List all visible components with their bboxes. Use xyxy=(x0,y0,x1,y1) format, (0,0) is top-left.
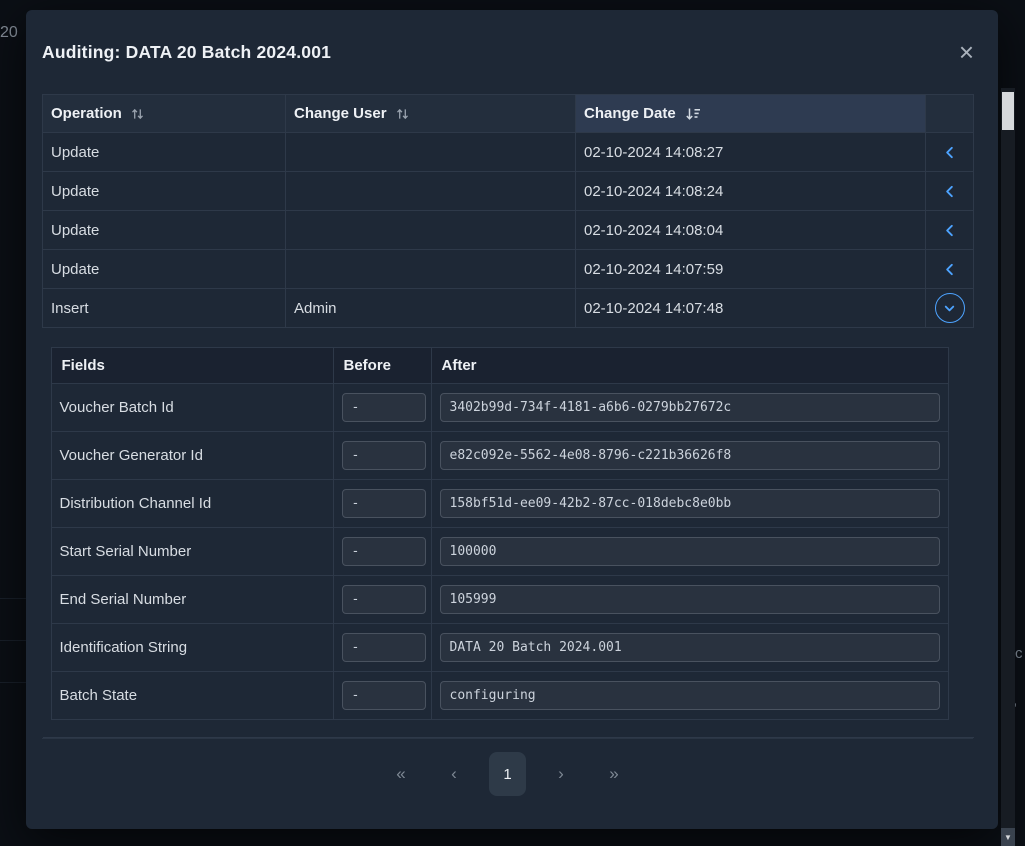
change-user-cell xyxy=(286,133,576,172)
column-header-change-user[interactable]: Change User xyxy=(286,95,576,133)
after-value-input[interactable] xyxy=(440,489,940,518)
operation-cell: Insert xyxy=(43,289,286,328)
table-row: Update 02-10-2024 14:07:59 xyxy=(43,250,974,289)
expand-row-button[interactable] xyxy=(935,137,965,167)
modal-title: Auditing: DATA 20 Batch 2024.001 xyxy=(42,42,331,63)
background-text-fragment: 20 xyxy=(0,24,18,42)
column-label: Change User xyxy=(294,105,387,122)
after-value-input[interactable] xyxy=(440,441,940,470)
detail-row: End Serial Number xyxy=(51,576,948,624)
detail-row: Identification String xyxy=(51,624,948,672)
page: { "modal": { "title": "Auditing: DATA 20… xyxy=(0,0,1025,846)
before-value-input[interactable] xyxy=(342,681,426,710)
last-page-button[interactable]: » xyxy=(596,752,632,796)
after-value-input[interactable] xyxy=(440,585,940,614)
detail-row: Batch State xyxy=(51,672,948,720)
after-value-input[interactable] xyxy=(440,537,940,566)
table-row-expanded: Insert Admin 02-10-2024 14:07:48 xyxy=(43,289,974,328)
scrollbar-thumb[interactable] xyxy=(1002,92,1014,130)
change-date-cell: 02-10-2024 14:08:04 xyxy=(576,211,926,250)
sort-icon xyxy=(396,107,409,121)
field-label: Distribution Channel Id xyxy=(51,480,333,528)
change-user-cell xyxy=(286,211,576,250)
background-divider xyxy=(0,598,26,599)
before-value-input[interactable] xyxy=(342,633,426,662)
detail-column-after: After xyxy=(431,348,948,384)
audit-modal: Auditing: DATA 20 Batch 2024.001 × Opera… xyxy=(26,10,998,829)
chevron-left-icon xyxy=(942,223,957,238)
before-value-input[interactable] xyxy=(342,537,426,566)
chevron-left-icon xyxy=(942,184,957,199)
column-header-change-date[interactable]: Change Date xyxy=(576,95,926,133)
audit-table: Operation Change User xyxy=(42,94,974,738)
column-header-expand xyxy=(926,95,974,133)
next-page-button[interactable]: › xyxy=(543,752,579,796)
change-user-cell xyxy=(286,172,576,211)
row-expansion: Fields Before After Voucher Batch Id xyxy=(43,328,974,738)
change-user-cell xyxy=(286,250,576,289)
expand-row-button[interactable] xyxy=(935,254,965,284)
sort-descending-icon xyxy=(685,107,701,121)
field-label: Identification String xyxy=(51,624,333,672)
background-divider xyxy=(0,682,26,683)
expand-row-button[interactable] xyxy=(935,176,965,206)
after-value-input[interactable] xyxy=(440,681,940,710)
sort-icon xyxy=(131,107,144,121)
before-value-input[interactable] xyxy=(342,441,426,470)
detail-row: Start Serial Number xyxy=(51,528,948,576)
chevron-left-icon xyxy=(942,262,957,277)
scrollbar-down-button[interactable]: ▼ xyxy=(1001,828,1015,846)
change-date-cell: 02-10-2024 14:07:59 xyxy=(576,250,926,289)
before-value-input[interactable] xyxy=(342,393,426,422)
detail-column-before: Before xyxy=(333,348,431,384)
background-divider xyxy=(0,640,26,641)
field-label: Batch State xyxy=(51,672,333,720)
table-row: Update 02-10-2024 14:08:27 xyxy=(43,133,974,172)
collapse-row-button[interactable] xyxy=(935,293,965,323)
expand-row-button[interactable] xyxy=(935,215,965,245)
field-label: Start Serial Number xyxy=(51,528,333,576)
modal-body: Operation Change User xyxy=(26,94,998,832)
column-header-operation[interactable]: Operation xyxy=(43,95,286,133)
column-label: Operation xyxy=(51,105,122,122)
detail-row: Voucher Generator Id xyxy=(51,432,948,480)
change-date-cell: 02-10-2024 14:08:27 xyxy=(576,133,926,172)
field-label: End Serial Number xyxy=(51,576,333,624)
change-user-cell: Admin xyxy=(286,289,576,328)
after-value-input[interactable] xyxy=(440,393,940,422)
column-label: Change Date xyxy=(584,105,676,122)
detail-column-fields: Fields xyxy=(51,348,333,384)
paginator: « ‹ 1 › » xyxy=(42,738,973,832)
audit-table-header-row: Operation Change User xyxy=(43,95,974,133)
chevron-down-icon xyxy=(942,301,957,316)
close-button[interactable]: × xyxy=(957,39,976,65)
chevron-left-icon xyxy=(942,145,957,160)
prev-page-button[interactable]: ‹ xyxy=(436,752,472,796)
vertical-scrollbar[interactable]: ▼ xyxy=(1001,88,1015,846)
modal-header: Auditing: DATA 20 Batch 2024.001 × xyxy=(26,10,998,94)
field-label: Voucher Batch Id xyxy=(51,384,333,432)
before-value-input[interactable] xyxy=(342,489,426,518)
operation-cell: Update xyxy=(43,133,286,172)
detail-header-row: Fields Before After xyxy=(51,348,948,384)
change-date-cell: 02-10-2024 14:08:24 xyxy=(576,172,926,211)
detail-row: Distribution Channel Id xyxy=(51,480,948,528)
detail-row: Voucher Batch Id xyxy=(51,384,948,432)
page-button-1[interactable]: 1 xyxy=(489,752,526,796)
table-row: Update 02-10-2024 14:08:24 xyxy=(43,172,974,211)
operation-cell: Update xyxy=(43,172,286,211)
change-date-cell: 02-10-2024 14:07:48 xyxy=(576,289,926,328)
operation-cell: Update xyxy=(43,211,286,250)
table-row: Update 02-10-2024 14:08:04 xyxy=(43,211,974,250)
first-page-button[interactable]: « xyxy=(383,752,419,796)
before-value-input[interactable] xyxy=(342,585,426,614)
field-label: Voucher Generator Id xyxy=(51,432,333,480)
after-value-input[interactable] xyxy=(440,633,940,662)
operation-cell: Update xyxy=(43,250,286,289)
background-text-fragment: c xyxy=(1015,645,1023,662)
audit-detail-table: Fields Before After Voucher Batch Id xyxy=(51,347,949,720)
